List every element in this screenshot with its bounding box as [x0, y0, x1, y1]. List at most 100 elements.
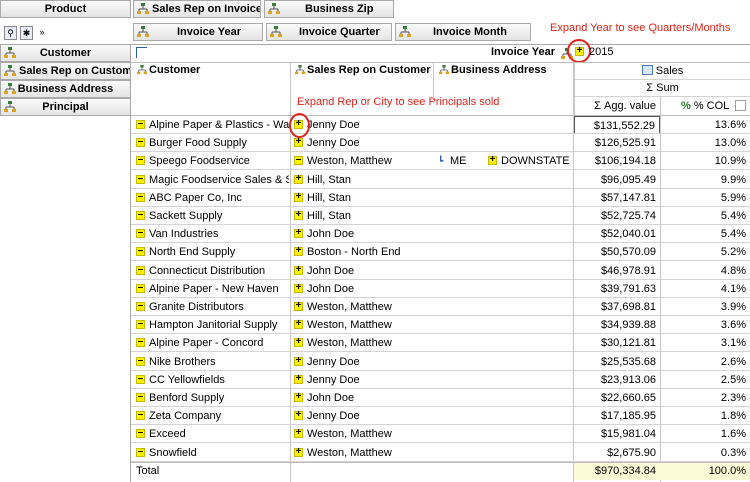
collapse-customer-toggle[interactable]: –: [136, 373, 145, 384]
pct-col-header[interactable]: % % COL: [660, 97, 750, 115]
field-sales-rep-on-invoice[interactable]: Sales Rep on Invoice: [133, 0, 261, 18]
pct-col-cell[interactable]: 3.9%: [660, 298, 750, 316]
pct-col-cell[interactable]: 4.1%: [660, 280, 750, 298]
measure-sales-header[interactable]: Sales: [574, 62, 750, 80]
tree-icon[interactable]: ┗: [438, 152, 448, 170]
expand-rep-toggle[interactable]: +: [294, 246, 303, 257]
expand-rep-toggle[interactable]: +: [294, 191, 303, 202]
field-product[interactable]: Product: [0, 0, 131, 18]
field-business-address[interactable]: Business Address: [0, 80, 131, 98]
pct-col-cell[interactable]: 2.6%: [660, 353, 750, 371]
field-customer[interactable]: Customer: [0, 44, 131, 62]
collapse-customer-toggle[interactable]: –: [136, 410, 145, 421]
row-header-customer[interactable]: Customer: [137, 64, 200, 76]
expand-rep-toggle[interactable]: +: [294, 319, 303, 330]
agg-value-cell[interactable]: $23,913.06: [574, 371, 660, 389]
collapse-customer-toggle[interactable]: –: [136, 319, 145, 330]
agg-value-cell[interactable]: $131,552.29: [574, 116, 660, 134]
pct-col-cell[interactable]: 3.6%: [660, 316, 750, 334]
row-header-business-address[interactable]: Business Address: [439, 64, 547, 76]
collapse-customer-toggle[interactable]: –: [136, 173, 145, 184]
more-button[interactable]: »: [36, 26, 48, 40]
collapse-customer-toggle[interactable]: –: [136, 228, 145, 239]
expand-rep-toggle[interactable]: +: [294, 392, 303, 402]
collapse-customer-toggle[interactable]: –: [136, 355, 145, 366]
field-invoice-month[interactable]: Invoice Month: [395, 23, 531, 41]
column-checkbox[interactable]: [735, 100, 746, 111]
agg-value-header[interactable]: Σ Agg. value: [574, 97, 660, 115]
filter-button[interactable]: ⚲: [4, 26, 17, 40]
agg-value-cell[interactable]: $52,040.01: [574, 225, 660, 243]
column-field-invoice-year[interactable]: Invoice Year: [491, 46, 555, 58]
expand-rep-toggle[interactable]: +: [294, 264, 303, 275]
agg-value-cell[interactable]: $126,525.91: [574, 134, 660, 152]
pct-col-cell[interactable]: 2.5%: [660, 371, 750, 389]
agg-value-cell[interactable]: $34,939.88: [574, 316, 660, 334]
expand-rep-toggle[interactable]: +: [294, 446, 303, 457]
layout-icon[interactable]: [136, 47, 147, 58]
expand-rep-toggle[interactable]: +: [294, 373, 303, 384]
collapse-customer-toggle[interactable]: –: [136, 282, 145, 293]
agg-value-cell[interactable]: $22,660.65: [574, 389, 660, 407]
expand-rep-toggle[interactable]: +: [294, 337, 303, 348]
agg-value-cell[interactable]: $46,978.91: [574, 262, 660, 280]
pct-col-cell[interactable]: 2.3%: [660, 389, 750, 407]
row-header-sales-rep[interactable]: Sales Rep on Customer: [295, 64, 430, 76]
agg-value-cell[interactable]: $37,698.81: [574, 298, 660, 316]
pct-col-cell[interactable]: 9.9%: [660, 171, 750, 189]
expand-rep-toggle[interactable]: +: [294, 137, 303, 148]
field-principal[interactable]: Principal: [0, 98, 131, 116]
expand-rep-toggle[interactable]: +: [294, 173, 303, 184]
agg-value-cell[interactable]: $39,791.63: [574, 280, 660, 298]
collapse-customer-toggle[interactable]: –: [136, 210, 145, 220]
settings-button[interactable]: ✱: [20, 26, 33, 40]
collapse-customer-toggle[interactable]: –: [136, 337, 145, 348]
pct-col-cell[interactable]: 3.1%: [660, 334, 750, 352]
pct-col-cell[interactable]: 1.8%: [660, 407, 750, 425]
collapse-customer-toggle[interactable]: –: [136, 264, 145, 275]
pct-col-cell[interactable]: 5.2%: [660, 243, 750, 261]
agg-value-cell[interactable]: $15,981.04: [574, 425, 660, 443]
collapse-customer-toggle[interactable]: –: [136, 392, 145, 402]
pct-col-cell[interactable]: 1.6%: [660, 425, 750, 443]
agg-value-cell[interactable]: $50,570.09: [574, 243, 660, 261]
collapse-customer-toggle[interactable]: –: [136, 119, 145, 129]
agg-value-cell[interactable]: $106,194.18: [574, 152, 660, 170]
pct-col-cell[interactable]: 0.3%: [660, 444, 750, 462]
collapse-customer-toggle[interactable]: –: [136, 137, 145, 148]
collapse-customer-toggle[interactable]: –: [136, 191, 145, 202]
expand-rep-toggle[interactable]: +: [294, 355, 303, 366]
expand-rep-toggle[interactable]: +: [294, 301, 303, 311]
pct-col-cell[interactable]: 13.6%: [660, 116, 750, 134]
collapse-customer-toggle[interactable]: –: [136, 428, 145, 439]
agg-value-cell[interactable]: $2,675.90: [574, 444, 660, 462]
collapse-customer-toggle[interactable]: –: [136, 155, 145, 166]
pct-col-cell[interactable]: 10.9%: [660, 152, 750, 170]
collapse-customer-toggle[interactable]: –: [136, 301, 145, 311]
field-invoice-year[interactable]: Invoice Year: [133, 23, 263, 41]
field-invoice-quarter[interactable]: Invoice Quarter: [266, 23, 392, 41]
expand-rep-toggle[interactable]: +: [294, 410, 303, 421]
agg-value-cell[interactable]: $17,185.95: [574, 407, 660, 425]
agg-value-cell[interactable]: $25,535.68: [574, 353, 660, 371]
expand-rep-toggle[interactable]: +: [294, 428, 303, 439]
agg-value-cell[interactable]: $52,725.74: [574, 207, 660, 225]
pct-col-cell[interactable]: 5.4%: [660, 207, 750, 225]
agg-value-cell[interactable]: $96,095.49: [574, 171, 660, 189]
agg-value-cell[interactable]: $30,121.81: [574, 334, 660, 352]
expand-rep-toggle[interactable]: +: [294, 228, 303, 239]
pct-col-cell[interactable]: 4.8%: [660, 262, 750, 280]
expand-city-toggle[interactable]: +: [488, 155, 497, 166]
collapse-rep-toggle[interactable]: –: [294, 155, 303, 166]
collapse-customer-toggle[interactable]: –: [136, 446, 145, 457]
field-sales-rep-on-customer[interactable]: Sales Rep on Custome: [0, 62, 131, 80]
pct-col-cell[interactable]: 13.0%: [660, 134, 750, 152]
field-business-zip[interactable]: Business Zip: [264, 0, 394, 18]
expand-rep-toggle[interactable]: +: [294, 282, 303, 293]
expand-rep-toggle[interactable]: +: [294, 210, 303, 220]
agg-value-cell[interactable]: $57,147.81: [574, 189, 660, 207]
collapse-customer-toggle[interactable]: –: [136, 246, 145, 257]
customer-cell: Van Industries: [149, 228, 219, 241]
pct-col-cell[interactable]: 5.9%: [660, 189, 750, 207]
pct-col-cell[interactable]: 5.4%: [660, 225, 750, 243]
